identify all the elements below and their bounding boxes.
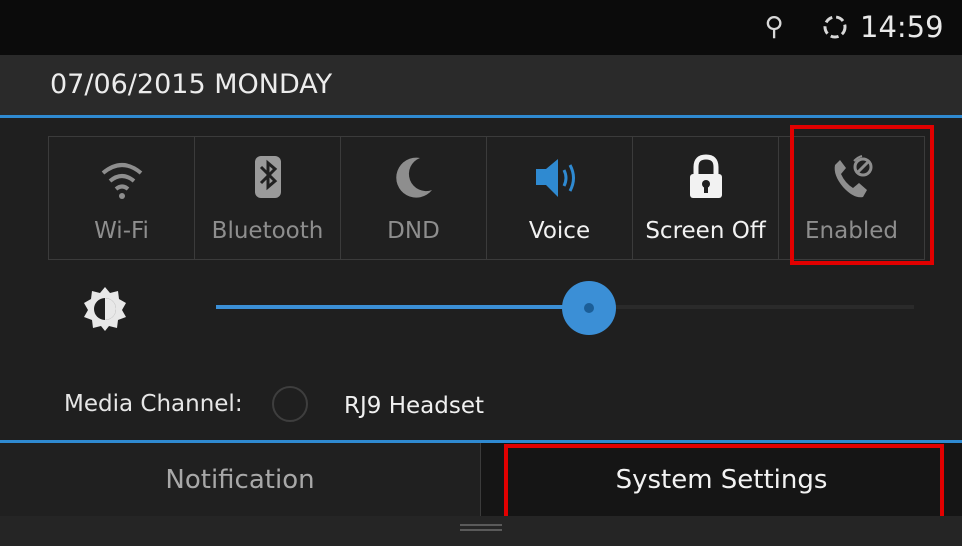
bluetooth-toggle[interactable]: Bluetooth <box>195 137 341 259</box>
sync-icon <box>823 15 847 39</box>
screen-off-label: Screen Off <box>645 218 766 244</box>
screen-off-toggle[interactable]: Screen Off <box>633 137 779 259</box>
drag-handle-line <box>460 524 502 526</box>
lock-icon <box>689 154 722 198</box>
media-channel-label: Media Channel: <box>64 391 243 417</box>
usb-icon: ⚲ <box>764 12 784 42</box>
bluetooth-icon <box>254 156 281 198</box>
voice-toggle[interactable]: Voice <box>487 137 633 259</box>
speaker-icon <box>535 159 575 197</box>
dnd-label: DND <box>387 218 440 244</box>
brightness-slider-track[interactable] <box>614 305 914 309</box>
wifi-label: Wi-Fi <box>94 218 149 244</box>
moon-icon <box>395 157 432 198</box>
brightness-slider-thumb[interactable] <box>562 281 616 335</box>
status-bar: ⚲ 14:59 <box>0 0 962 55</box>
header-divider <box>0 115 962 118</box>
date-text: 07/06/2015 MONDAY <box>50 69 333 100</box>
wifi-icon <box>101 163 142 199</box>
slider-thumb-center <box>584 303 594 313</box>
bluetooth-label: Bluetooth <box>211 218 324 244</box>
enabled-highlight-box <box>790 125 934 265</box>
voice-label: Voice <box>528 218 591 244</box>
media-channel-option[interactable]: RJ9 Headset <box>344 392 484 420</box>
wifi-toggle[interactable]: Wi-Fi <box>49 137 195 259</box>
drag-handle-icon[interactable] <box>460 524 502 532</box>
date-header: 07/06/2015 MONDAY <box>0 55 962 115</box>
drag-handle-line <box>460 529 502 531</box>
brightness-icon <box>84 287 126 331</box>
brightness-slider-fill <box>216 305 592 309</box>
media-channel-radio[interactable] <box>272 386 308 422</box>
system-settings-highlight-box <box>504 444 944 524</box>
dnd-toggle[interactable]: DND <box>341 137 487 259</box>
tab-notification[interactable]: Notification <box>0 443 481 516</box>
quick-settings-panel: ⚲ 14:59 07/06/2015 MONDAY Wi-Fi Bluetoot… <box>0 0 962 546</box>
status-time: 14:59 <box>860 10 944 44</box>
